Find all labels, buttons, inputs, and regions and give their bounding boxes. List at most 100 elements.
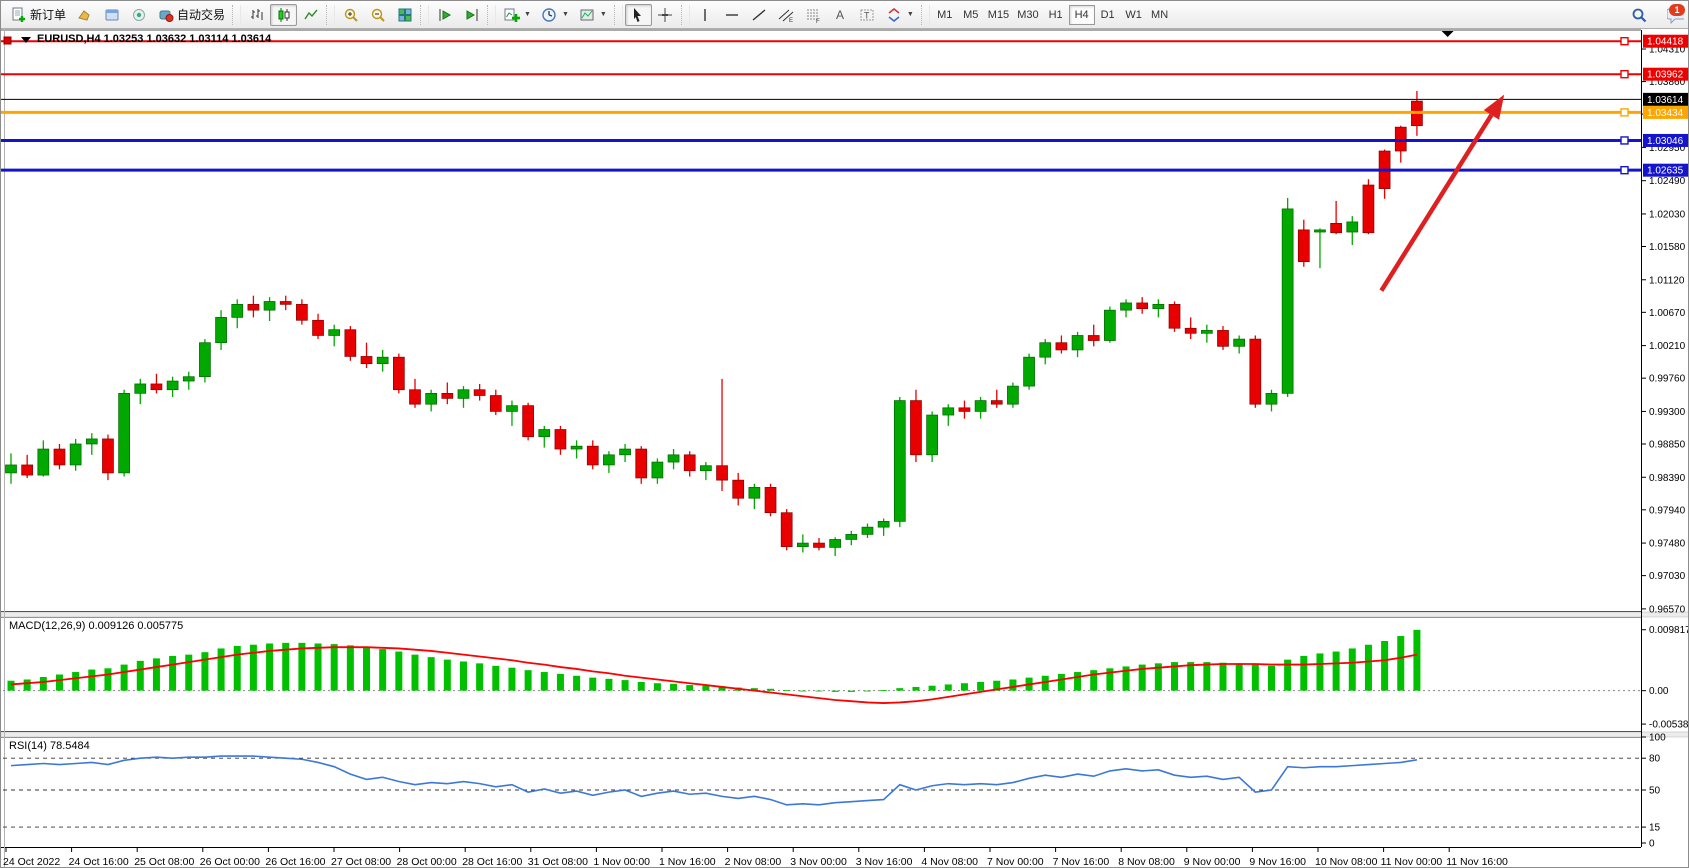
templates-button[interactable]: ▼ bbox=[574, 4, 612, 26]
line-chart-button[interactable] bbox=[297, 4, 324, 26]
timeframe-h4-button[interactable]: H4 bbox=[1069, 5, 1095, 25]
candle-body bbox=[700, 466, 711, 471]
timeframe-m15-button[interactable]: M15 bbox=[984, 5, 1013, 25]
candle-body bbox=[135, 384, 146, 393]
candle-body bbox=[426, 393, 437, 404]
search-button[interactable] bbox=[1625, 4, 1652, 26]
macd-histogram-bar bbox=[848, 691, 855, 692]
market-watch-button[interactable] bbox=[98, 4, 125, 26]
candle-body bbox=[797, 543, 808, 547]
time-tick-label: 4 Nov 08:00 bbox=[921, 856, 978, 868]
auto-scroll-icon bbox=[436, 6, 453, 23]
circle-icon bbox=[130, 6, 147, 23]
hline-handle[interactable] bbox=[1621, 167, 1628, 174]
bar-chart-button[interactable] bbox=[243, 4, 270, 26]
chart-canvas[interactable]: 1.043101.038601.034101.029501.024901.020… bbox=[1, 29, 1689, 868]
macd-histogram-bar bbox=[783, 690, 790, 691]
candle-body bbox=[539, 430, 550, 437]
candle-body bbox=[1266, 393, 1277, 404]
rsi-tick-label: 0 bbox=[1649, 839, 1655, 850]
zoom-in-button[interactable] bbox=[337, 4, 364, 26]
notifications-button[interactable]: 1 bbox=[1662, 5, 1684, 25]
zoom-out-icon bbox=[369, 6, 386, 23]
macd-histogram-bar bbox=[864, 691, 871, 692]
text-label-button[interactable]: T bbox=[854, 4, 881, 26]
horizontal-line-button[interactable] bbox=[719, 4, 746, 26]
macd-histogram-bar bbox=[670, 684, 677, 691]
macd-histogram-bar bbox=[412, 655, 419, 691]
macd-histogram-bar bbox=[201, 652, 208, 690]
timeframe-d1-button[interactable]: D1 bbox=[1095, 5, 1121, 25]
chart-shift-icon bbox=[463, 6, 480, 23]
candle-body bbox=[313, 320, 324, 335]
hline-handle[interactable] bbox=[1621, 38, 1628, 45]
hline-handle[interactable] bbox=[1621, 137, 1628, 144]
chart-window-button[interactable] bbox=[71, 4, 98, 26]
macd-histogram-bar bbox=[1268, 666, 1275, 691]
toolbar-separator bbox=[420, 5, 429, 25]
macd-histogram-bar bbox=[395, 652, 402, 691]
candle-body bbox=[991, 401, 1002, 405]
hline-handle[interactable] bbox=[1621, 71, 1628, 78]
price-tick-label: 1.02030 bbox=[1649, 209, 1686, 220]
macd-histogram-bar bbox=[137, 661, 144, 691]
panel-divider[interactable] bbox=[1, 732, 1689, 737]
timeframe-w1-button[interactable]: W1 bbox=[1121, 5, 1147, 25]
time-tick-label: 10 Nov 08:00 bbox=[1315, 856, 1378, 868]
crosshair-button[interactable] bbox=[652, 4, 679, 26]
auto-scroll-button[interactable] bbox=[431, 4, 458, 26]
macd-histogram-bar bbox=[1220, 663, 1227, 691]
chevron-down-icon: ▼ bbox=[600, 11, 607, 18]
candle-body bbox=[329, 330, 340, 336]
trendline-button[interactable] bbox=[746, 4, 773, 26]
chart-shift-button[interactable] bbox=[458, 4, 485, 26]
candle-body bbox=[846, 534, 857, 539]
new-order-button[interactable]: 新订单 bbox=[5, 4, 71, 26]
macd-histogram-bar bbox=[1074, 672, 1081, 691]
timeframe-h1-button[interactable]: H1 bbox=[1043, 5, 1069, 25]
macd-histogram-bar bbox=[573, 676, 580, 691]
hline-handle[interactable] bbox=[1621, 109, 1628, 116]
macd-histogram-bar bbox=[1236, 663, 1243, 690]
macd-histogram-bar bbox=[961, 683, 968, 690]
time-tick-label: 7 Nov 00:00 bbox=[987, 856, 1044, 868]
cursor-button[interactable] bbox=[625, 4, 652, 26]
candlestick-chart-button[interactable] bbox=[270, 4, 297, 26]
time-tick-label: 28 Oct 16:00 bbox=[462, 856, 522, 868]
new-chart-button[interactable]: ▼ bbox=[498, 4, 536, 26]
time-tick-label: 27 Oct 08:00 bbox=[331, 856, 391, 868]
zoom-out-button[interactable] bbox=[364, 4, 391, 26]
candle-body bbox=[1185, 328, 1196, 333]
timeframe-m30-button[interactable]: M30 bbox=[1013, 5, 1042, 25]
candle-body bbox=[345, 330, 356, 357]
autotrade-button[interactable]: 自动交易 bbox=[152, 4, 230, 26]
macd-histogram-bar bbox=[185, 655, 192, 691]
tile-windows-button[interactable] bbox=[391, 4, 418, 26]
fibonacci-button[interactable]: F bbox=[800, 4, 827, 26]
price-badge-label: 1.03046 bbox=[1647, 136, 1684, 147]
vertical-line-button[interactable] bbox=[692, 4, 719, 26]
macd-histogram-bar bbox=[945, 684, 952, 690]
candle-body bbox=[1298, 230, 1309, 262]
time-tick-label: 11 Nov 00:00 bbox=[1381, 856, 1443, 868]
macd-histogram-bar bbox=[929, 686, 936, 691]
macd-histogram-bar bbox=[8, 681, 15, 691]
timeframe-m5-button[interactable]: M5 bbox=[958, 5, 984, 25]
candle-body bbox=[70, 444, 81, 465]
profiles-button[interactable]: ▼ bbox=[536, 4, 574, 26]
macd-histogram-bar bbox=[896, 688, 903, 690]
channel-button[interactable]: E bbox=[773, 4, 800, 26]
data-window-button[interactable] bbox=[125, 4, 152, 26]
price-badge-label: 1.03614 bbox=[1647, 95, 1684, 106]
time-tick-label: 2 Nov 08:00 bbox=[725, 856, 782, 868]
panel-divider[interactable] bbox=[1, 612, 1689, 617]
macd-histogram-bar bbox=[1397, 636, 1404, 691]
chevron-down-icon: ▼ bbox=[907, 11, 914, 18]
candle-body bbox=[458, 390, 469, 399]
text-button[interactable]: A bbox=[827, 4, 854, 26]
arrows-button[interactable]: ▼ bbox=[881, 4, 919, 26]
time-tick-label: 24 Oct 16:00 bbox=[69, 856, 129, 868]
macd-histogram-bar bbox=[1187, 662, 1194, 691]
timeframe-m1-button[interactable]: M1 bbox=[932, 5, 958, 25]
timeframe-mn-button[interactable]: MN bbox=[1147, 5, 1173, 25]
